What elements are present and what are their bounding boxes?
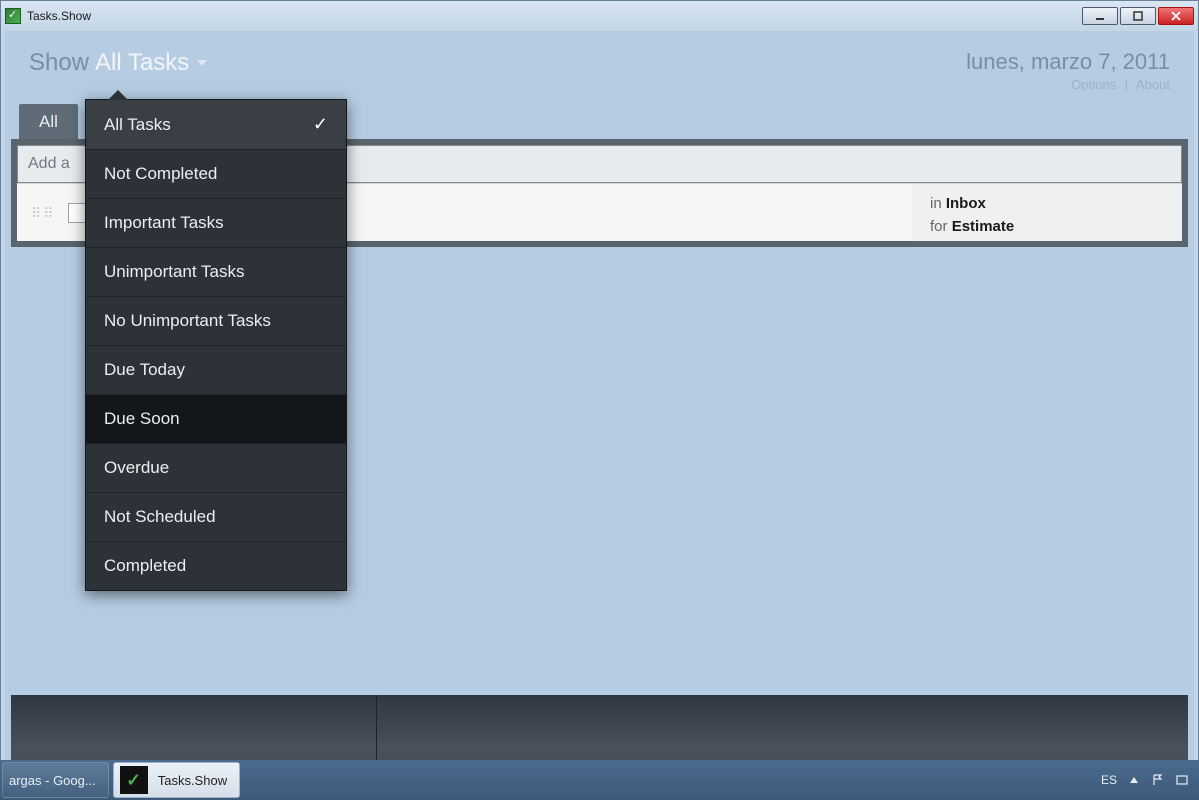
flag-icon[interactable] [1151,773,1165,787]
taskbar-item-browser[interactable]: argas - Goog... [2,762,109,798]
task-in-value: Inbox [946,195,986,212]
close-button[interactable] [1158,7,1194,25]
app-icon [5,8,21,24]
menu-item-unimportant[interactable]: Unimportant Tasks [86,248,346,297]
language-indicator[interactable]: ES [1101,773,1117,787]
show-label: Show [29,49,89,77]
taskbar-item-label: Tasks.Show [158,773,227,788]
menu-item-label: Important Tasks [104,213,224,233]
caret-down-icon [197,60,207,66]
taskbar-app-icon [120,766,148,794]
menu-item-not-completed[interactable]: Not Completed [86,150,346,199]
show-hidden-icons-icon[interactable] [1127,773,1141,787]
task-folder-line: in Inbox [930,192,1182,215]
menu-item-label: Not Completed [104,164,217,184]
header-row: Show All Tasks lunes, marzo 7, 2011 Opti… [5,31,1194,100]
header-links: Options | About [966,77,1170,92]
os-taskbar[interactable]: argas - Goog... Tasks.Show ES [0,760,1199,800]
filter-dropdown-menu: All Tasks ✓ Not Completed Important Task… [85,99,347,591]
menu-item-overdue[interactable]: Overdue [86,444,346,493]
title-bar[interactable]: Tasks.Show [1,1,1198,31]
about-link[interactable]: About [1136,77,1170,92]
window-controls [1082,7,1194,25]
close-icon [1171,11,1181,21]
options-link[interactable]: Options [1071,77,1116,92]
minimize-button[interactable] [1082,7,1118,25]
task-for-value: Estimate [952,218,1015,235]
taskbar-item-tasks-show[interactable]: Tasks.Show [113,762,240,798]
current-date: lunes, marzo 7, 2011 [966,49,1170,75]
system-tray[interactable]: ES [1101,773,1199,787]
header-right: lunes, marzo 7, 2011 Options | About [966,49,1170,92]
maximize-button[interactable] [1120,7,1156,25]
menu-item-label: Overdue [104,458,169,478]
menu-item-label: Not Scheduled [104,507,216,527]
device-icon[interactable] [1175,773,1189,787]
client-area: Show All Tasks lunes, marzo 7, 2011 Opti… [5,31,1194,795]
menu-item-label: Unimportant Tasks [104,262,244,282]
tab-all[interactable]: All [19,104,78,139]
menu-item-label: Due Soon [104,409,180,429]
menu-item-not-scheduled[interactable]: Not Scheduled [86,493,346,542]
task-for-line: for Estimate [930,215,1182,238]
minimize-icon [1095,11,1105,21]
menu-item-label: Due Today [104,360,185,380]
menu-item-due-soon[interactable]: Due Soon [86,395,346,444]
menu-item-label: Completed [104,556,186,576]
filter-dropdown-toggle[interactable]: All Tasks [95,49,207,77]
menu-item-label: All Tasks [104,115,171,135]
menu-item-label: No Unimportant Tasks [104,311,271,331]
drag-handle-icon[interactable]: ⠿⠿ [31,210,56,216]
window-title: Tasks.Show [27,9,1082,23]
menu-item-important[interactable]: Important Tasks [86,199,346,248]
menu-item-due-today[interactable]: Due Today [86,346,346,395]
maximize-icon [1133,11,1143,21]
menu-item-all-tasks[interactable]: All Tasks ✓ [86,100,346,150]
menu-item-no-unimportant[interactable]: No Unimportant Tasks [86,297,346,346]
task-row-right: in Inbox for Estimate [912,184,1182,241]
filter-dropdown-label: All Tasks [95,49,189,77]
taskbar-item-label: argas - Goog... [9,773,96,788]
task-in-label: in [930,195,946,212]
task-for-label: for [930,218,952,235]
menu-item-completed[interactable]: Completed [86,542,346,590]
window-frame: Tasks.Show Show All Tasks lunes, marzo 7… [0,0,1199,800]
checkmark-icon: ✓ [313,114,328,135]
link-separator: | [1125,77,1128,92]
